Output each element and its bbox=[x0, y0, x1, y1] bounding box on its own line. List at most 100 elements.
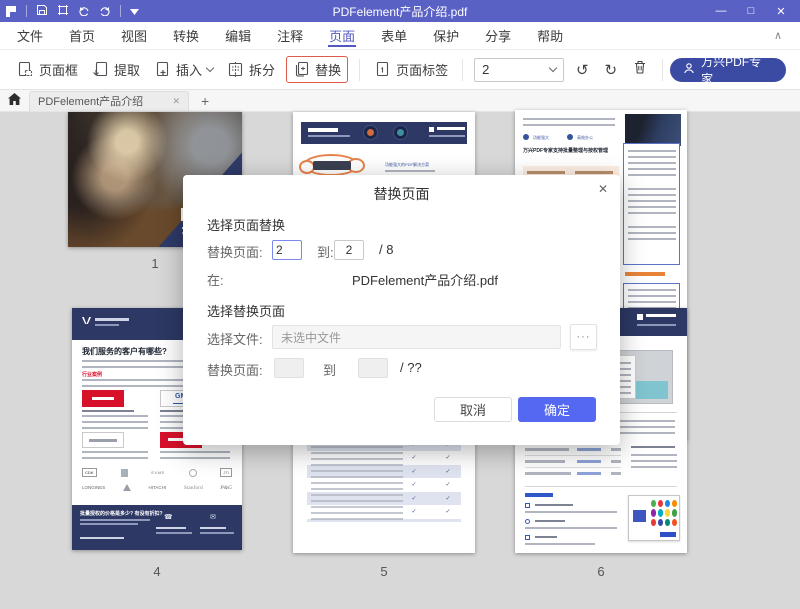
page-label-button[interactable]: 页面标签 bbox=[367, 56, 455, 83]
extract-icon bbox=[92, 61, 109, 78]
tab-title: PDFelement产品介绍 bbox=[38, 93, 143, 109]
insert-button[interactable]: 插入 bbox=[147, 56, 220, 83]
logo-shape bbox=[123, 484, 131, 491]
menu-file[interactable]: 文件 bbox=[4, 22, 56, 49]
replace-button-highlighted[interactable]: 替换 bbox=[286, 56, 348, 83]
chevron-down-icon bbox=[549, 64, 557, 72]
new-tab-button[interactable]: + bbox=[197, 93, 213, 109]
page-box-label: 页面框 bbox=[39, 60, 78, 79]
banner bbox=[301, 122, 467, 144]
orange-label bbox=[625, 272, 665, 276]
extract-button[interactable]: 提取 bbox=[85, 56, 147, 83]
app-window: PDFelement产品介绍.pdf — □ ✕ 文件 首页 视图 转换 编辑 … bbox=[0, 0, 800, 609]
account-button[interactable]: 万兴PDF专家 bbox=[670, 58, 786, 82]
split-icon bbox=[227, 61, 244, 78]
delete-page-icon[interactable] bbox=[625, 58, 655, 81]
text-lines bbox=[160, 451, 230, 463]
text-lines bbox=[437, 127, 465, 130]
collapse-ribbon-icon[interactable]: ∧ bbox=[760, 22, 796, 49]
footer-band: 批量授权的价格是多少? 有没有折扣? ☎ ✉ bbox=[72, 505, 242, 550]
quick-access-toolbar bbox=[6, 4, 139, 19]
divider bbox=[120, 5, 121, 17]
insert-icon bbox=[154, 61, 171, 78]
page-number-value: 2 bbox=[482, 62, 489, 77]
browse-button[interactable]: ··· bbox=[570, 324, 597, 350]
to-label-2: 到 bbox=[323, 360, 336, 379]
redo-icon[interactable] bbox=[99, 4, 111, 19]
page-number-6: 6 bbox=[515, 564, 687, 579]
divider bbox=[462, 59, 463, 81]
tab-close-icon[interactable]: ✕ bbox=[172, 96, 180, 107]
text-lines bbox=[311, 440, 403, 520]
menu-comment[interactable]: 注释 bbox=[264, 22, 316, 49]
logo-shape bbox=[189, 469, 197, 477]
page-number-select[interactable]: 2 bbox=[474, 58, 564, 82]
menu-edit[interactable]: 编辑 bbox=[212, 22, 264, 49]
page-box-button[interactable]: 页面框 bbox=[10, 56, 85, 83]
insert-dropdown-icon bbox=[206, 64, 214, 72]
tab-bar: PDFelement产品介绍 ✕ + bbox=[0, 90, 800, 112]
menu-protect[interactable]: 保护 bbox=[420, 22, 472, 49]
to-page-input[interactable] bbox=[334, 240, 364, 260]
undo-icon[interactable] bbox=[78, 4, 90, 19]
split-button[interactable]: 拆分 bbox=[220, 56, 282, 83]
text-lines bbox=[82, 410, 134, 413]
text-lines bbox=[82, 415, 148, 430]
replace-pages-label-2: 替换页面: bbox=[207, 360, 263, 379]
check-column-2: ✓ ✓ ✓ ✓ ✓ ✓ bbox=[438, 439, 458, 519]
menu-bar: 文件 首页 视图 转换 编辑 注释 页面 表单 保护 分享 帮助 ∧ bbox=[0, 22, 800, 50]
snapshot-icon[interactable] bbox=[57, 4, 69, 19]
menu-view[interactable]: 视图 bbox=[108, 22, 160, 49]
badge bbox=[393, 125, 408, 140]
document-tab[interactable]: PDFelement产品介绍 ✕ bbox=[29, 91, 189, 111]
replace-pages-dialog: 替换页面 ✕ 选择页面替换 替换页面: 到: / 8 在: PDFelement… bbox=[183, 175, 620, 445]
replace-label: 替换 bbox=[315, 60, 341, 79]
menu-convert[interactable]: 转换 bbox=[160, 22, 212, 49]
select-replace-heading: 选择页面替换 bbox=[207, 215, 285, 234]
replace-icon bbox=[293, 61, 310, 78]
pdfelement-logo bbox=[637, 314, 643, 320]
ok-button[interactable]: 确定 bbox=[518, 397, 596, 422]
menu-home[interactable]: 首页 bbox=[56, 22, 108, 49]
home-icon[interactable] bbox=[8, 92, 21, 110]
customize-dropdown-icon[interactable] bbox=[130, 4, 139, 18]
text-lines bbox=[631, 446, 675, 450]
text-lines bbox=[429, 135, 465, 137]
user-icon bbox=[683, 62, 695, 77]
wondershare-logo bbox=[82, 317, 91, 324]
maximize-button[interactable]: □ bbox=[738, 1, 764, 21]
menu-page-active[interactable]: 页面 bbox=[316, 22, 368, 49]
page-number-4: 4 bbox=[72, 564, 242, 579]
text-lines bbox=[631, 454, 677, 470]
select-source-heading: 选择替换页面 bbox=[207, 301, 285, 320]
feature-1: 功能强大 bbox=[533, 135, 549, 140]
from-page-input[interactable] bbox=[272, 240, 302, 260]
menu-help[interactable]: 帮助 bbox=[524, 22, 576, 49]
divider bbox=[359, 59, 360, 81]
logo-row-1: CDK EVMS JTI bbox=[82, 468, 232, 477]
divider bbox=[662, 59, 663, 81]
menu-form[interactable]: 表单 bbox=[368, 22, 420, 49]
save-icon[interactable] bbox=[36, 4, 48, 19]
blue-heading bbox=[525, 493, 553, 497]
rotate-left-icon[interactable]: ↺ bbox=[568, 59, 597, 81]
mini-table bbox=[525, 444, 621, 480]
menu-share[interactable]: 分享 bbox=[472, 22, 524, 49]
cancel-button[interactable]: 取消 bbox=[434, 397, 512, 422]
replace-pages-label: 替换页面: bbox=[207, 242, 263, 261]
file-path-field[interactable]: 未选中文件 bbox=[272, 325, 561, 349]
close-button[interactable]: ✕ bbox=[768, 1, 794, 21]
feature-row: 功能强大 高效办公 bbox=[523, 134, 593, 140]
logo-row-2: LONGINES HITACHI Stanford P&G bbox=[82, 484, 232, 491]
total-pages: / 8 bbox=[379, 242, 393, 257]
page-label-icon bbox=[374, 61, 391, 78]
dialog-close-icon[interactable]: ✕ bbox=[598, 182, 608, 196]
check-column-1: ✓ ✓ ✓ ✓ ✓ ✓ bbox=[404, 439, 424, 519]
rotate-right-icon[interactable]: ↻ bbox=[597, 59, 626, 81]
dialog-title: 替换页面 bbox=[183, 184, 620, 204]
page-box-icon bbox=[17, 61, 34, 78]
brand-box-outline bbox=[82, 432, 124, 448]
badge bbox=[363, 125, 378, 140]
minimize-button[interactable]: — bbox=[708, 1, 734, 21]
unknown-total: / ?? bbox=[400, 360, 422, 375]
